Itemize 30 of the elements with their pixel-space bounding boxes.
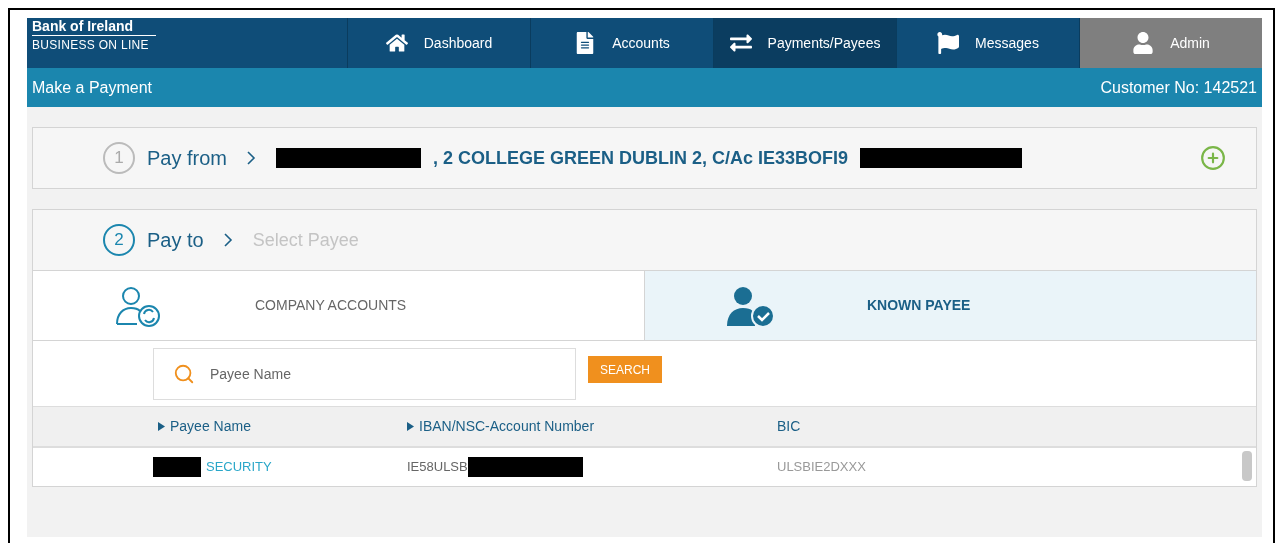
table-cell-text: IE58ULSB [407,458,468,477]
chevron-icon [247,151,257,165]
user-icon [1132,32,1155,54]
sort-icon [158,422,165,431]
search-icon [173,362,195,385]
brand-logo[interactable]: Bank of Ireland BUSINESS ON LINE [27,18,347,68]
pay-from-account: , 2 COLLEGE GREEN DUBLIN 2, C/Ac IE33BOFI9 [433,146,849,170]
chevron-icon [223,233,233,247]
column-header[interactable]: BIC [777,416,801,437]
sort-icon [407,422,414,431]
payee-search-field[interactable]: Payee Name [153,347,576,400]
home-icon [385,32,408,54]
page-title: Make a Payment [32,77,153,98]
table-cell-text: ULSBIE2DXXX [777,458,866,477]
payee-tab[interactable]: KNOWN PAYEE [644,271,1256,340]
scrollbar-thumb[interactable] [1242,451,1252,481]
payee-tab[interactable]: COMPANY ACCOUNTS [33,271,644,340]
step-number: 1 [103,142,135,174]
arrows-icon [729,32,752,54]
add-icon[interactable] [1200,145,1226,171]
nav-tab[interactable]: Admin [1079,18,1262,68]
redaction-bar [153,457,201,477]
column-header[interactable]: IBAN/NSC-Account Number [407,416,595,437]
flag-icon [937,32,960,54]
customer-number: Customer No: 142521 [1100,77,1257,98]
step-label: Pay to [147,228,204,253]
nav-tab[interactable]: Payments/Payees [713,18,896,68]
step-label: Pay from [147,146,228,171]
column-header[interactable]: Payee Name [158,416,251,437]
step-number: 2 [103,224,135,256]
